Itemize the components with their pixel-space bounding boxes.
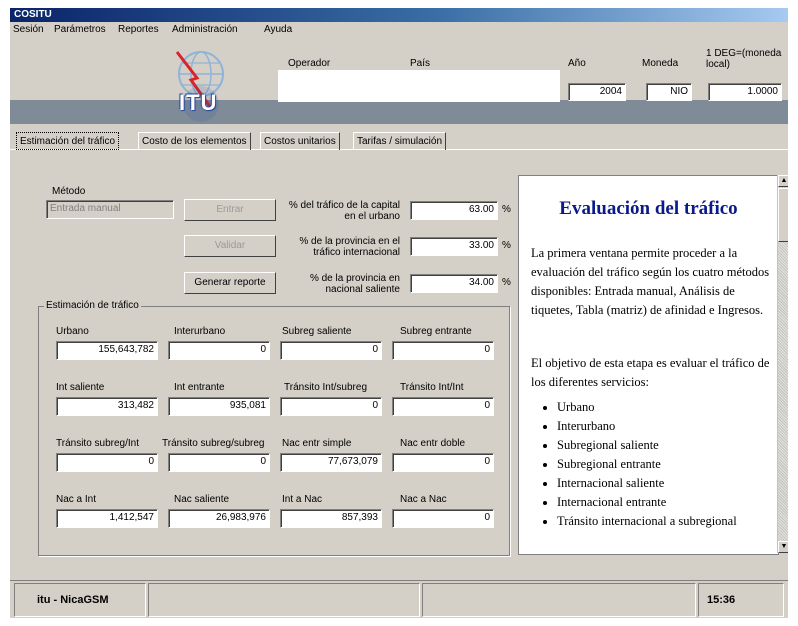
status-separator — [10, 580, 788, 581]
traffic-field-transito-subreg-int[interactable]: 0 — [56, 453, 158, 472]
menu-reportes[interactable]: Reportes — [118, 22, 159, 38]
status-cell-3 — [422, 583, 696, 617]
operator-label: Operador — [288, 58, 331, 69]
traffic-label: Int saliente — [56, 382, 105, 393]
enter-button[interactable]: Entrar — [184, 199, 276, 221]
menu-parametros[interactable]: Parámetros — [54, 22, 106, 38]
year-field[interactable]: 2004 — [568, 83, 626, 101]
pct-capital-field[interactable]: 63.00 — [410, 201, 498, 220]
traffic-label: Int entrante — [174, 382, 225, 393]
pct-province-nat-label: % de la provincia en nacional saliente — [309, 273, 400, 295]
traffic-field-int-entrante[interactable]: 935,081 — [168, 397, 270, 416]
header-band — [10, 100, 788, 124]
tab-estimacion-trafico[interactable]: Estimación del tráfico — [16, 132, 120, 150]
traffic-field-nac-saliente[interactable]: 26,983,976 — [168, 509, 270, 528]
traffic-label: Nac entr simple — [282, 438, 352, 449]
traffic-label: Subreg saliente — [282, 326, 352, 337]
traffic-field-transito-subreg-subreg[interactable]: 0 — [168, 453, 270, 472]
pct-province-nat-field[interactable]: 34.00 — [410, 274, 498, 293]
traffic-field-transito-int-int[interactable]: 0 — [392, 397, 494, 416]
traffic-field-nac-entr-simple[interactable]: 77,673,079 — [280, 453, 382, 472]
title-bar: COSITU — [10, 8, 788, 22]
traffic-field-interurbano[interactable]: 0 — [168, 341, 270, 360]
help-panel: Evaluación del tráfico La primera ventan… — [518, 175, 779, 555]
traffic-label: Urbano — [56, 326, 89, 337]
help-list-item: Urbano — [557, 398, 762, 417]
pct-province-intl-unit: % — [502, 240, 511, 251]
country-label: País — [410, 58, 431, 69]
status-cell-2 — [148, 583, 420, 617]
pct-province-intl-field[interactable]: 33.00 — [410, 237, 498, 256]
traffic-label: Nac a Int — [56, 494, 97, 505]
menu-sesion[interactable]: Sesión — [13, 22, 44, 38]
scroll-up-icon[interactable]: ▲ — [778, 175, 788, 187]
scroll-down-icon[interactable]: ▼ — [778, 541, 788, 553]
traffic-label: Tránsito subreg/subreg — [162, 438, 265, 449]
help-scrollbar[interactable]: ▲ ▼ — [777, 175, 788, 553]
operator-country-field[interactable] — [278, 70, 560, 102]
help-list-item: Subregional entrante — [557, 455, 762, 474]
traffic-field-nac-entr-doble[interactable]: 0 — [392, 453, 494, 472]
pct-capital-label: % del tráfico de la capital en el urbano — [288, 200, 400, 222]
method-label: Método — [52, 186, 86, 197]
pct-province-intl-label: % de la provincia en el tráfico internac… — [299, 236, 400, 258]
generate-report-button[interactable]: Generar reporte — [184, 272, 276, 294]
help-list-item: Internacional saliente — [557, 474, 762, 493]
tab-costo-elementos[interactable]: Costo de los elementos — [138, 132, 251, 150]
traffic-field-int-a-nac[interactable]: 857,393 — [280, 509, 382, 528]
help-list-item: Subregional saliente — [557, 436, 762, 455]
traffic-field-int-saliente[interactable]: 313,482 — [56, 397, 158, 416]
deg-label: 1 DEG=(moneda local) — [706, 48, 782, 70]
traffic-label: Tránsito Int/subreg — [284, 382, 368, 393]
traffic-label: Tránsito Int/Int — [400, 382, 464, 393]
traffic-field-subreg-saliente[interactable]: 0 — [280, 341, 382, 360]
currency-label: Moneda — [642, 58, 679, 69]
tab-costos-unitarios[interactable]: Costos unitarios — [260, 132, 340, 150]
help-list: Urbano Interurbano Subregional saliente … — [519, 398, 762, 531]
currency-field[interactable]: NIO — [646, 83, 692, 101]
application-window: COSITU Sesión Parámetros Reportes Admini… — [10, 8, 788, 618]
pct-province-nat-unit: % — [502, 277, 511, 288]
method-select[interactable]: Entrada manual — [46, 200, 174, 219]
traffic-field-nac-a-nac[interactable]: 0 — [392, 509, 494, 528]
help-list-item: Tránsito internacional a subregional — [557, 512, 762, 531]
help-paragraph-2: El objetivo de esta etapa es evaluar el … — [531, 356, 770, 389]
traffic-field-urbano[interactable]: 155,643,782 — [56, 341, 158, 360]
menu-bar: Sesión Parámetros Reportes Administració… — [10, 22, 788, 38]
status-time: 15:36 — [698, 583, 784, 617]
deg-field[interactable]: 1.0000 — [708, 83, 782, 101]
tab-tarifas-simulacion[interactable]: Tarifas / simulación — [353, 132, 447, 150]
traffic-label: Int a Nac — [282, 494, 323, 505]
menu-administracion[interactable]: Administración — [172, 22, 238, 38]
pct-capital-unit: % — [502, 204, 511, 215]
help-list-item: Interurbano — [557, 417, 762, 436]
scroll-thumb[interactable] — [778, 188, 788, 242]
traffic-label: Interurbano — [174, 326, 226, 337]
help-title: Evaluación del tráfico — [559, 198, 738, 219]
traffic-field-subreg-entrante[interactable]: 0 — [392, 341, 494, 360]
year-label: Año — [568, 58, 586, 69]
traffic-label: Subreg entrante — [400, 326, 472, 337]
status-user: itu - NicaGSM — [14, 583, 146, 617]
traffic-group-label: Estimación de tráfico — [44, 300, 141, 311]
itu-logo-text: ITU — [179, 90, 218, 115]
traffic-label: Nac entr doble — [400, 438, 466, 449]
help-paragraph-1: La primera ventana permite proceder a la… — [531, 246, 770, 317]
traffic-label: Nac a Nac — [400, 494, 447, 505]
traffic-field-nac-a-int[interactable]: 1,412,547 — [56, 509, 158, 528]
menu-ayuda[interactable]: Ayuda — [264, 22, 292, 38]
traffic-label: Nac saliente — [174, 494, 230, 505]
traffic-field-transito-int-subreg[interactable]: 0 — [280, 397, 382, 416]
validate-button[interactable]: Validar — [184, 235, 276, 257]
help-list-item: Internacional entrante — [557, 493, 762, 512]
traffic-label: Tránsito subreg/Int — [56, 438, 140, 449]
